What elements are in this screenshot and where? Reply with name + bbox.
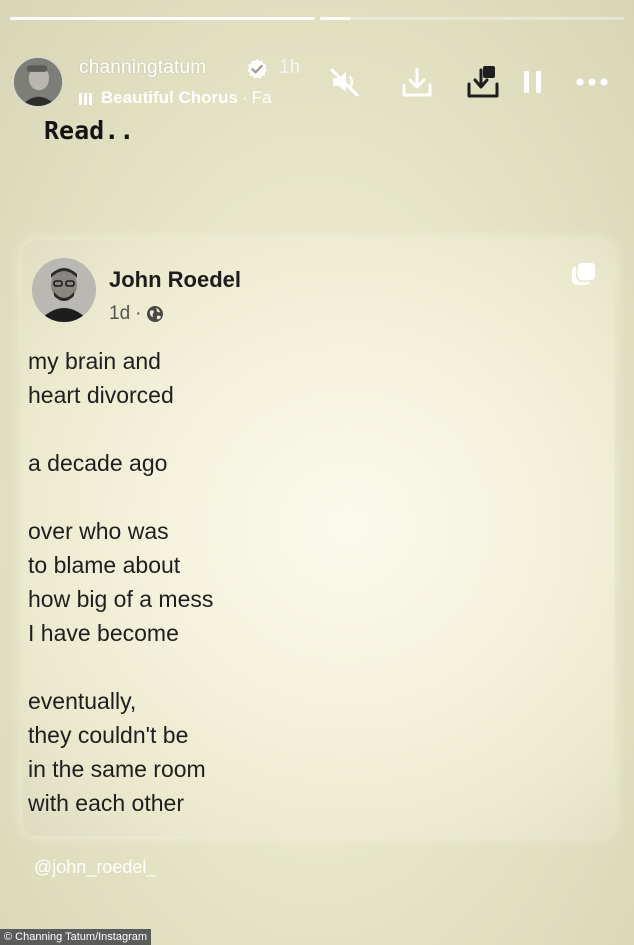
post-stanza: my brain and heart divorced (28, 344, 588, 412)
download-button[interactable] (399, 64, 435, 100)
music-info[interactable]: Beautiful Chorus · Fa (79, 88, 305, 112)
post-line: heart divorced (28, 382, 174, 408)
post-stanza: a decade ago (28, 446, 588, 480)
post-line: with each other (28, 790, 184, 816)
username[interactable]: channingtatum (79, 57, 206, 79)
post-line: over who was (28, 518, 169, 544)
post-line: how big of a mess (28, 586, 214, 612)
post-meta: 1d · (109, 303, 164, 325)
pause-button[interactable] (515, 64, 551, 100)
verified-badge-icon (246, 58, 268, 80)
story-progress-fill (10, 17, 315, 20)
profile-avatar[interactable] (12, 56, 64, 108)
post-line: eventually, (28, 688, 137, 714)
music-subtitle: Fa (251, 88, 272, 107)
photo-credit: © Channing Tatum/Instagram (0, 929, 152, 945)
mention-sticker[interactable]: @john_roedel_ (34, 857, 156, 878)
post-line: they couldn't be (28, 722, 189, 748)
more-icon (576, 78, 608, 86)
copy-icon (569, 259, 599, 289)
post-line: a decade ago (28, 450, 168, 476)
pause-icon (524, 71, 541, 93)
music-bars-icon (79, 89, 94, 109)
post-age: 1d (109, 303, 131, 324)
story-caption: Read.. (44, 116, 135, 145)
download-icon (402, 67, 432, 97)
post-line: I have become (28, 620, 179, 646)
post-line: my brain and (28, 348, 161, 374)
story-progress-segment-1 (10, 17, 315, 20)
story-progress-fill (320, 17, 351, 20)
post-stanza: over who was to blame about how big of a m… (28, 514, 588, 650)
post-author: John Roedel (109, 267, 242, 292)
post-stanza: eventually, they couldn't be in the same r… (28, 684, 588, 820)
more-options-button[interactable] (572, 64, 612, 100)
save-icon (467, 66, 499, 98)
meta-dot: · (135, 303, 142, 324)
author-avatar (32, 258, 96, 322)
music-separator: · (241, 88, 248, 107)
globe-icon (146, 305, 164, 323)
story-progress-segment-2 (320, 17, 624, 20)
mute-button[interactable] (327, 64, 363, 100)
post-body: my brain and heart divorced a decade ago ov… (28, 344, 588, 854)
post-line: to blame about (28, 552, 181, 578)
music-title: Beautiful Chorus (101, 88, 238, 107)
post-line: in the same room (28, 756, 206, 782)
save-to-device-button[interactable] (465, 64, 501, 100)
embedded-post-card: John Roedel 1d · my brain and heart divorc… (22, 240, 614, 836)
mute-icon (330, 68, 359, 97)
post-time: 1h (279, 57, 301, 78)
